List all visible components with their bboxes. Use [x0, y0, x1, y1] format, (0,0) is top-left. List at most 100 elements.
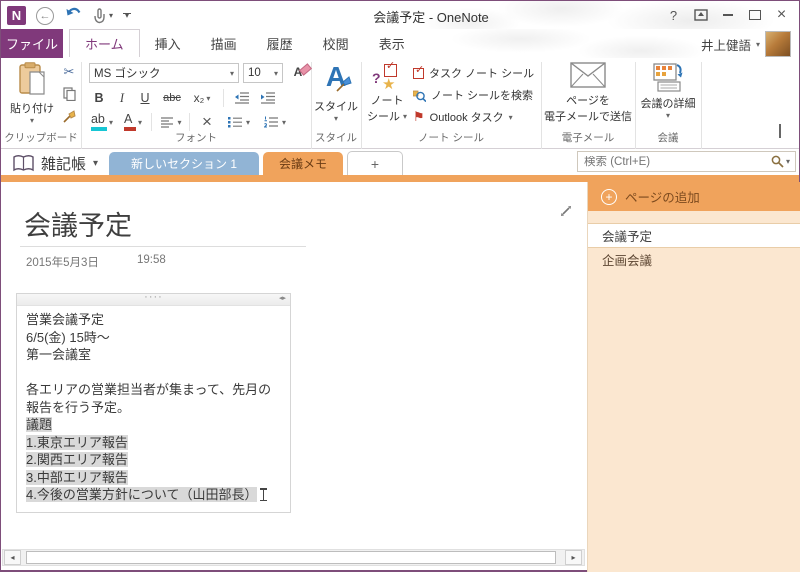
tab-home[interactable]: ホーム	[69, 29, 140, 57]
full-page-view-button[interactable]	[559, 204, 573, 223]
user-name: 井上健語	[700, 38, 751, 53]
clear-formatting-button[interactable]: A	[287, 62, 312, 82]
undo-button[interactable]	[64, 5, 83, 26]
note-line[interactable]: 報告を行う予定。	[26, 399, 281, 417]
copy-button[interactable]	[59, 85, 79, 103]
onenote-app-icon[interactable]: N	[7, 6, 26, 25]
search-scope-dropdown-icon[interactable]: ▾	[786, 157, 790, 166]
back-button[interactable]: ←	[36, 6, 54, 25]
search-icon[interactable]	[771, 155, 784, 168]
format-painter-button[interactable]	[59, 108, 79, 126]
styles-label: スタイル	[314, 101, 358, 113]
note-tags-icon: ✓ ? ★	[372, 60, 397, 93]
note-container[interactable]: ···· ◂▸ 営業会議予定 6/5(金) 15時〜 第一会議室 各エリアの営業…	[16, 291, 291, 513]
bold-icon: B	[94, 91, 104, 105]
subscript-icon: x₂	[193, 91, 205, 105]
horizontal-scrollbar[interactable]: ◂ ▸	[2, 549, 585, 566]
scissors-icon: ✂	[63, 64, 75, 79]
tab-draw[interactable]: 描画	[196, 29, 252, 57]
task-tag-button[interactable]: ✓ タスク ノート シール	[413, 64, 539, 82]
font-family-value: MS ゴシック	[94, 68, 161, 80]
drag-handle-dots-icon[interactable]: ····	[144, 291, 163, 303]
note-line[interactable]: 2.関西エリア報告	[26, 451, 281, 469]
note-line[interactable]: 6/5(金) 15時〜	[26, 329, 281, 347]
cut-button[interactable]: ✂	[59, 63, 79, 81]
page-list-item-selected[interactable]: 会議予定	[588, 223, 800, 248]
close-button[interactable]: ×	[768, 4, 795, 26]
numbering-button[interactable]: ▾	[261, 112, 289, 132]
subscript-button[interactable]: x₂ ▾	[189, 88, 215, 108]
styles-icon: A	[326, 62, 352, 92]
note-body[interactable]: 営業会議予定 6/5(金) 15時〜 第一会議室 各エリアの営業担当者が集まって…	[17, 306, 290, 509]
touch-mode-button[interactable]: ▾	[93, 7, 113, 24]
note-tags-dropdown-icon: ▾	[402, 111, 407, 121]
note-line[interactable]: 1.東京エリア報告	[26, 434, 281, 452]
note-tags-label-line1: ノート	[370, 95, 404, 107]
user-avatar[interactable]	[765, 31, 791, 57]
minimize-button[interactable]	[714, 4, 741, 26]
underline-icon: U	[140, 91, 150, 105]
minimize-icon	[722, 14, 733, 16]
font-size-combo[interactable]: 10 ▾	[243, 63, 283, 83]
notebook-bar: 雑記帳 ▾ 新しいセクション 1 会議メモ + ▾	[1, 149, 799, 175]
find-tags-button[interactable]: ノート シールを検索	[413, 86, 539, 104]
note-line[interactable]: 第一会議室	[26, 346, 281, 364]
italic-button[interactable]: I	[112, 88, 132, 108]
account-area[interactable]: 井上健語 ▾	[701, 31, 791, 57]
note-container-handle[interactable]: ···· ◂▸	[17, 291, 290, 306]
decrease-indent-button[interactable]	[231, 88, 253, 108]
page-canvas[interactable]: 会議予定 2015年5月3日 19:58 ···· ◂▸ 営業会議予定 6/5(…	[2, 182, 587, 548]
section-tab-new-section-1[interactable]: 新しいセクション 1	[109, 152, 259, 175]
note-line[interactable]: 3.中部エリア報告	[26, 469, 281, 487]
scroll-right-icon: ▸	[571, 553, 576, 562]
underline-button[interactable]: U	[135, 88, 155, 108]
resize-arrows-icon[interactable]: ◂▸	[279, 294, 286, 302]
tab-file[interactable]: ファイル	[1, 29, 63, 58]
scroll-left-button[interactable]: ◂	[4, 550, 21, 565]
outlook-task-button[interactable]: ⚑ Outlook タスク ▾	[413, 108, 539, 126]
note-line[interactable]: 議題	[26, 416, 281, 434]
notebook-selector[interactable]: 雑記帳 ▾	[13, 153, 98, 174]
paragraph-alignment-button[interactable]: ▾	[157, 112, 185, 132]
italic-icon: I	[119, 90, 125, 105]
scrollbar-thumb[interactable]	[26, 551, 556, 564]
bold-button[interactable]: B	[89, 88, 109, 108]
x-icon: ×	[202, 112, 212, 131]
note-text-selected: 2.関西エリア報告	[26, 452, 128, 467]
add-page-label: ページの追加	[625, 191, 700, 205]
help-button[interactable]: ?	[660, 4, 687, 26]
ribbon-display-options-button[interactable]	[687, 4, 714, 26]
collapse-ribbon-button[interactable]	[779, 124, 781, 138]
increase-indent-button[interactable]	[257, 88, 279, 108]
group-meeting: 会議の詳細 ▾ 会議	[635, 58, 701, 148]
tab-insert[interactable]: 挿入	[140, 29, 196, 57]
maximize-button[interactable]	[741, 4, 768, 26]
tab-review[interactable]: 校閲	[308, 29, 364, 57]
strikethrough-icon: abc	[163, 92, 181, 104]
note-line[interactable]: 4.今後の営業方針について（山田部長）	[26, 486, 281, 504]
bullets-button[interactable]: ▾	[225, 112, 253, 132]
page-list-sidebar: + ページの追加 会議予定 企画会議	[587, 182, 800, 572]
font-family-combo[interactable]: MS ゴシック ▾	[89, 63, 239, 83]
note-line[interactable]	[26, 364, 281, 382]
window-title: 会議予定 - OneNote	[373, 10, 489, 25]
quick-access-toolbar: N ← ▾ ▾	[7, 5, 132, 26]
highlight-color-button[interactable]: ab ▾	[89, 112, 115, 132]
tab-history[interactable]: 履歴	[252, 29, 308, 57]
strikethrough-button[interactable]: abc	[158, 88, 186, 108]
page-list-item[interactable]: 企画会議	[588, 248, 800, 271]
font-color-button[interactable]: A ▾	[121, 112, 145, 132]
page-title[interactable]: 会議予定	[24, 204, 132, 243]
section-tab-kaigi-memo[interactable]: 会議メモ	[263, 152, 343, 175]
new-section-tab[interactable]: +	[347, 151, 403, 175]
note-line[interactable]: 各エリアの営業担当者が集まって、先月の	[26, 381, 281, 399]
add-page-button[interactable]: + ページの追加	[588, 182, 800, 211]
search-box[interactable]: ▾	[577, 151, 796, 172]
search-input[interactable]	[578, 155, 771, 168]
tab-view[interactable]: 表示	[364, 29, 420, 57]
scroll-right-button[interactable]: ▸	[565, 550, 582, 565]
note-text: 営業会議予定	[26, 312, 105, 327]
outlook-task-label: Outlook タスク	[429, 112, 504, 124]
note-line[interactable]: 営業会議予定	[26, 311, 281, 329]
qat-customize-button[interactable]: ▾	[123, 12, 132, 20]
